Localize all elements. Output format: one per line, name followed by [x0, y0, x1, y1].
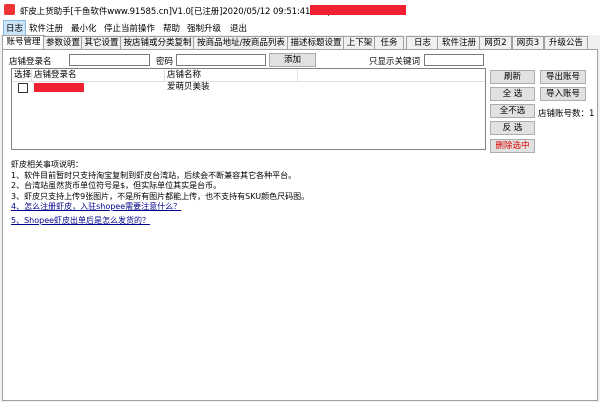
tab-account-management[interactable]: 账号管理 [2, 35, 45, 49]
account-count-label: 店铺账号数：1 [538, 109, 595, 119]
tab-bar: 账号管理 参数设置 其它设置 按店铺或分类复制 按商品地址/按商品列表 描述标题… [0, 35, 600, 49]
note-item-2: 2、台湾站虽然货币单位符号是$，但实际单位其实是台币。 [11, 181, 222, 190]
redacted-title-area [310, 5, 406, 15]
account-table: 选择 店铺登录名 店铺名称 爱萌贝美装 [11, 68, 486, 150]
title-bar: 虾皮上货助手[千鱼软件www.91585.cn]V1.0[已注册]2020/05… [0, 0, 600, 20]
invert-selection-button[interactable]: 反 选 [490, 121, 535, 135]
menu-minimize[interactable]: 最小化 [71, 22, 97, 34]
tab-params[interactable]: 参数设置 [43, 36, 83, 49]
note-link-register[interactable]: 4、怎么注册虾皮，入驻shopee需要注意什么？ [11, 202, 309, 213]
tab-upgrade-notice[interactable]: 升级公告 [544, 36, 588, 49]
menu-bar: 日志 软件注册 最小化 停止当前操作 帮助 强制升级 退出 [0, 20, 600, 36]
tab-by-product[interactable]: 按商品地址/按商品列表 [193, 36, 289, 49]
tab-tasks[interactable]: 任务 [374, 36, 404, 49]
password-input[interactable] [176, 54, 266, 66]
store-login-input[interactable] [69, 54, 150, 66]
export-accounts-button[interactable]: 导出账号 [540, 70, 586, 84]
tab-listing[interactable]: 上下架 [343, 36, 376, 49]
col-store-name[interactable]: 店铺名称 [165, 69, 298, 81]
table-header: 选择 店铺登录名 店铺名称 [12, 69, 485, 82]
col-select[interactable]: 选择 [12, 69, 32, 81]
keyword-filter-label: 只显示关键词 [369, 57, 421, 67]
note-item-3: 3、虾皮只支持上传9张图片，不是所有图片都能上传，也不支持有SKU颜色尺码图。 [11, 191, 310, 201]
notes-section: 虾皮相关事项说明： 1、软件目前暂时只支持淘宝复制到虾皮台湾站，后续会不断兼容其… [11, 160, 309, 226]
note-link-shipping[interactable]: 5、Shopee虾皮出单后是怎么发货的？ [11, 216, 309, 227]
window-title: 虾皮上货助手[千鱼软件www.91585.cn]V1.0[已注册]2020/05… [20, 7, 330, 17]
account-panel: 店铺登录名 密码 添加 只显示关键词 选择 店铺登录名 店铺名称 爱萌贝美装 刷… [2, 49, 598, 401]
menu-log[interactable]: 日志 [3, 20, 27, 36]
import-accounts-button[interactable]: 导入账号 [540, 87, 586, 101]
menu-help[interactable]: 帮助 [163, 22, 180, 34]
menu-stop[interactable]: 停止当前操作 [104, 22, 155, 34]
deselect-all-button[interactable]: 全不选 [490, 104, 535, 118]
tab-other-settings[interactable]: 其它设置 [81, 36, 122, 49]
refresh-button[interactable]: 刷新 [490, 70, 535, 84]
row-checkbox[interactable] [18, 83, 28, 93]
select-all-button[interactable]: 全 选 [490, 87, 535, 101]
tab-title-settings[interactable]: 描述标题设置 [287, 36, 345, 49]
notes-heading: 虾皮相关事项说明： [11, 160, 83, 169]
tab-web3[interactable]: 网页3 [512, 36, 544, 49]
add-button[interactable]: 添加 [269, 53, 316, 67]
menu-force-upgrade[interactable]: 强制升级 [187, 22, 221, 34]
table-row[interactable]: 爱萌贝美装 [12, 82, 485, 93]
keyword-filter-input[interactable] [424, 54, 484, 66]
tab-web2[interactable]: 网页2 [479, 36, 512, 49]
delete-selected-button[interactable]: 删除选中 [490, 139, 535, 153]
note-item-1: 1、软件目前暂时只支持淘宝复制到虾皮台湾站，后续会不断兼容其它各种平台。 [11, 170, 297, 180]
redacted-login [34, 83, 84, 92]
store-name-cell: 爱萌贝美装 [167, 82, 210, 92]
tab-software-register[interactable]: 软件注册 [437, 36, 481, 49]
app-icon [4, 4, 15, 15]
menu-register[interactable]: 软件注册 [29, 22, 63, 34]
store-login-label: 店铺登录名 [9, 57, 52, 67]
tab-log[interactable]: 日志 [406, 36, 439, 49]
col-store-login[interactable]: 店铺登录名 [32, 69, 165, 81]
password-label: 密码 [156, 57, 174, 67]
tab-copy-by-store[interactable]: 按店铺或分类复制 [120, 36, 195, 49]
menu-exit[interactable]: 退出 [230, 22, 247, 34]
